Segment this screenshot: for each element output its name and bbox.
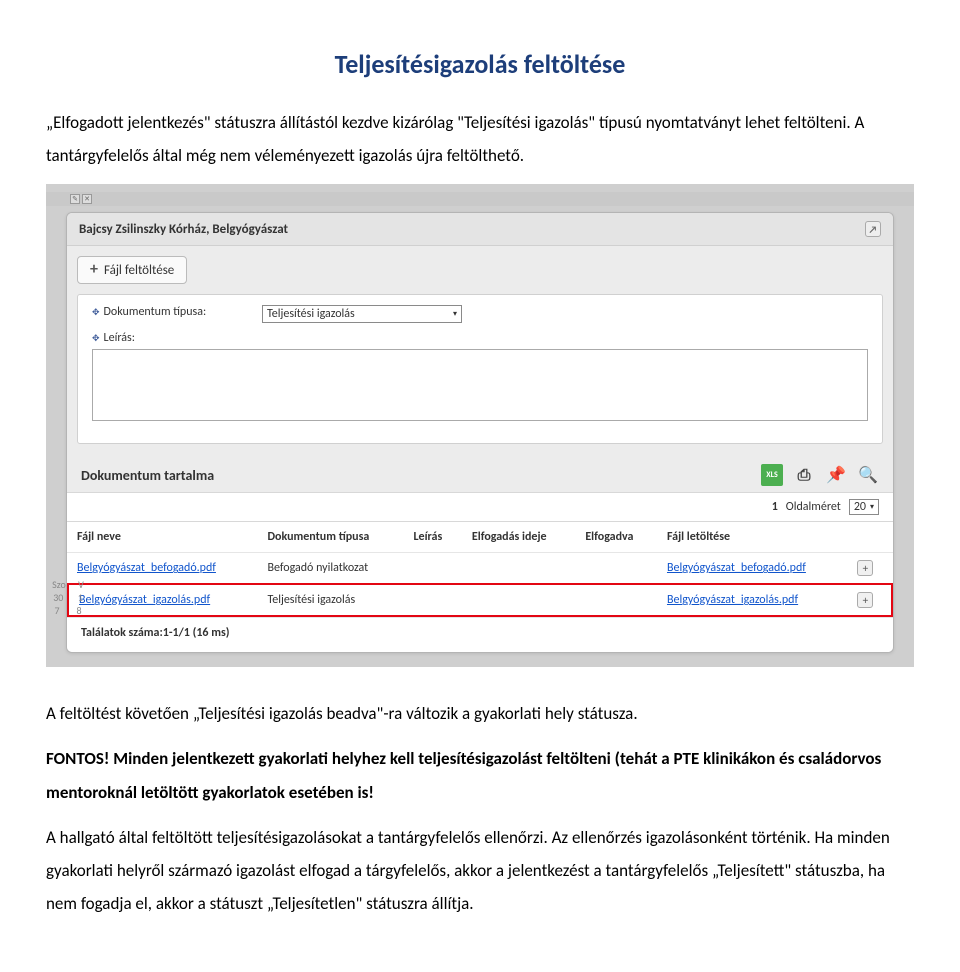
search-icon[interactable]: 🔍 <box>857 464 879 486</box>
bg-icon: ✎ <box>70 194 80 204</box>
modal-header: Bajcsy Zsilinszky Kórház, Belgyógyászat … <box>67 213 893 246</box>
page-size-label: Oldalméret <box>786 500 841 514</box>
col-download: Fájl letöltése <box>657 521 847 552</box>
bg-icon: ✕ <box>82 194 92 204</box>
page-number: 1 <box>772 500 778 514</box>
move-icon: ✥ <box>92 307 100 318</box>
page-size-select[interactable]: 20 ▾ <box>849 499 879 515</box>
page-size-value: 20 <box>854 500 866 514</box>
calendar-fragment: Szo V 30 1 7 8 <box>46 578 90 617</box>
doc-type-select[interactable]: Teljesítési igazolás ▾ <box>262 305 462 323</box>
after-paragraph-1: A feltöltést követően „Teljesítési igazo… <box>46 697 914 730</box>
desc-label: Leírás: <box>104 331 135 345</box>
description-textarea[interactable] <box>92 349 868 421</box>
file-link[interactable]: Belgyógyászat_igazolás.pdf <box>79 593 210 607</box>
print-icon[interactable]: ⎙ <box>793 464 815 486</box>
close-icon[interactable]: ↗ <box>865 221 881 237</box>
col-desc: Leírás <box>403 521 461 552</box>
row-action-button[interactable]: + <box>857 560 873 576</box>
cal-day: Szo <box>52 578 66 591</box>
modal-title: Bajcsy Zsilinszky Kórház, Belgyógyászat <box>79 222 288 237</box>
row-type: Teljesítési igazolás <box>257 583 403 617</box>
download-link[interactable]: Belgyógyászat_igazolás.pdf <box>667 593 798 607</box>
documents-table: Fájl neve Dokumentum típusa Leírás Elfog… <box>67 521 893 617</box>
row-type: Befogadó nyilatkozat <box>257 552 403 583</box>
plus-icon: + <box>90 262 98 278</box>
doc-content-title: Dokumentum tartalma <box>81 467 214 484</box>
results-count: Találatok száma:1-1/1 (16 ms) <box>67 617 893 652</box>
bg-toolbar: ✎✕ <box>46 192 914 206</box>
cal-num: 30 <box>53 591 63 604</box>
table-row: Belgyógyászat_befogadó.pdf Befogadó nyil… <box>67 552 893 583</box>
fontos-prefix: FONTOS! <box>46 748 109 769</box>
cal-num: 1 <box>78 591 83 604</box>
file-link[interactable]: Belgyógyászat_befogadó.pdf <box>77 561 216 575</box>
page-title: Teljesítésigazolás feltöltése <box>46 48 914 80</box>
doc-type-label: Dokumentum típusa: <box>104 305 207 319</box>
fontos-text: Minden jelentkezett gyakorlati helyhez k… <box>46 748 881 802</box>
cal-num: 8 <box>76 604 81 617</box>
cal-num: 7 <box>54 604 59 617</box>
upload-button[interactable]: + Fájl feltöltése <box>77 256 187 284</box>
intro-paragraph: „Elfogadott jelentkezés" státuszra állít… <box>46 106 914 172</box>
download-link[interactable]: Belgyógyászat_befogadó.pdf <box>667 561 806 575</box>
col-type: Dokumentum típusa <box>257 521 403 552</box>
cal-day: V <box>78 578 84 591</box>
doc-content-header: Dokumentum tartalma XLS ⎙ 📌 🔍 <box>67 454 893 492</box>
pager: 1 Oldalméret 20 ▾ <box>67 492 893 521</box>
screenshot-panel: ✎✕ Bajcsy Zsilinszky Kórház, Belgyógyász… <box>46 184 914 667</box>
upload-button-label: Fájl feltöltése <box>104 263 174 278</box>
xls-icon[interactable]: XLS <box>761 464 783 486</box>
col-file: Fájl neve <box>67 521 257 552</box>
chevron-down-icon: ▾ <box>453 309 457 319</box>
col-accepted: Elfogadva <box>575 521 657 552</box>
chevron-down-icon: ▾ <box>870 502 874 512</box>
pin-icon[interactable]: 📌 <box>825 464 847 486</box>
form-area: ✥ Dokumentum típusa: Teljesítési igazolás… <box>77 294 883 444</box>
row-action-button[interactable]: + <box>857 592 873 608</box>
move-icon: ✥ <box>92 333 100 344</box>
table-row-highlighted: Belgyógyászat_igazolás.pdf Teljesítési i… <box>67 583 893 617</box>
doc-type-value: Teljesítési igazolás <box>267 307 355 321</box>
after-paragraph-2: FONTOS! Minden jelentkezett gyakorlati h… <box>46 742 914 808</box>
upload-modal: Bajcsy Zsilinszky Kórház, Belgyógyászat … <box>66 212 894 653</box>
after-paragraph-3: A hallgató által feltöltött teljesítésig… <box>46 821 914 920</box>
col-time: Elfogadás ideje <box>462 521 575 552</box>
